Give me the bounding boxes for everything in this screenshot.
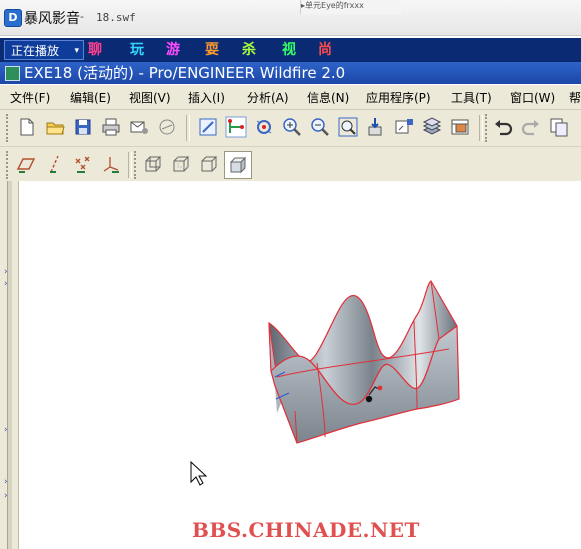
toolbar-grip[interactable] [6, 151, 11, 179]
menu-file[interactable]: 文件(F) [10, 89, 50, 106]
link-icon[interactable] [156, 116, 178, 138]
promo-link-4[interactable]: 杀 [242, 41, 256, 59]
shading-icon [229, 156, 247, 174]
surface-model[interactable] [19, 181, 581, 549]
view-manager-icon[interactable] [393, 116, 415, 138]
player-file-name: 18.swf [96, 11, 136, 24]
mouse-cursor-icon [190, 460, 208, 486]
proe-app-icon [5, 66, 20, 81]
open-icon[interactable] [44, 116, 66, 138]
spin-center-icon[interactable] [253, 116, 275, 138]
menu-window[interactable]: 窗口(W) [510, 89, 555, 106]
player-title-bar: D 暴风影音 - 18.swf [0, 0, 581, 36]
saved-views-icon[interactable] [449, 116, 471, 138]
toolbar-grip[interactable] [6, 114, 11, 142]
title-separator: - [80, 10, 84, 23]
menu-analysis[interactable]: 分析(A) [247, 89, 289, 106]
player-toolbar: 正在播放 ▾ 聊 玩 游 耍 杀 视 尚 [0, 38, 581, 62]
graphics-window[interactable] [19, 181, 581, 549]
now-playing-button[interactable]: 正在播放 ▾ [4, 40, 84, 60]
menu-view[interactable]: 视图(V) [129, 89, 171, 106]
collapse-arrow-icon[interactable]: › [4, 477, 8, 487]
layers-icon[interactable] [421, 116, 443, 138]
reorient-icon[interactable] [365, 116, 387, 138]
toolbar-separator [186, 115, 190, 141]
print-icon[interactable] [100, 116, 122, 138]
menu-applications[interactable]: 应用程序(P) [366, 89, 431, 106]
shading-button[interactable] [224, 151, 252, 179]
toolbar-grip[interactable] [485, 114, 490, 142]
hidden-line-icon[interactable] [170, 153, 192, 175]
menu-edit[interactable]: 编辑(E) [70, 89, 111, 106]
redo-icon[interactable] [520, 116, 542, 138]
toolbar-grip[interactable] [134, 151, 139, 179]
main-toolbar [0, 110, 581, 147]
left-sash[interactable]: › › › › › [0, 181, 19, 549]
no-hidden-icon[interactable] [198, 153, 220, 175]
collapse-arrow-icon[interactable]: › [4, 425, 8, 435]
promo-link-3[interactable]: 耍 [205, 41, 219, 59]
promo-link-6[interactable]: 尚 [318, 41, 332, 59]
wireframe-icon[interactable] [142, 153, 164, 175]
promo-link-2[interactable]: 游 [166, 41, 180, 59]
background-window-text: ▸单元Eye的frxxx [301, 1, 364, 10]
new-icon[interactable] [16, 116, 38, 138]
background-window-strip[interactable]: ▸单元Eye的frxxx [300, 0, 401, 14]
datum-axis-icon[interactable] [225, 116, 247, 138]
collapse-arrow-icon[interactable]: › [4, 279, 8, 289]
coordinate-system-icon[interactable] [100, 153, 122, 175]
menu-help[interactable]: 帮 [569, 89, 581, 106]
menu-info[interactable]: 信息(N) [307, 89, 349, 106]
promo-link-0[interactable]: 聊 [88, 41, 102, 59]
copy-icon[interactable] [548, 116, 570, 138]
now-playing-label: 正在播放 [11, 44, 60, 58]
menu-tools[interactable]: 工具(T) [451, 89, 492, 106]
spin-center-marker [365, 395, 373, 403]
datum-point-icon[interactable] [72, 153, 94, 175]
promo-link-1[interactable]: 玩 [130, 41, 144, 59]
zoom-in-icon[interactable] [281, 116, 303, 138]
player-app-title: 暴风影音 [24, 11, 80, 27]
zoom-out-icon[interactable] [309, 116, 331, 138]
datum-display-toolbar [0, 147, 581, 182]
datum-axis-display-icon[interactable] [44, 153, 66, 175]
player-logo-icon: D [4, 9, 22, 27]
watermark-text: BBS.CHINADE.NET [192, 518, 420, 542]
collapse-arrow-icon[interactable]: › [4, 267, 8, 277]
promo-link-5[interactable]: 视 [282, 41, 296, 59]
datum-plane-icon[interactable] [15, 153, 37, 175]
toolbar-separator [479, 115, 483, 141]
menu-insert[interactable]: 插入(I) [188, 89, 225, 106]
regenerate-icon[interactable] [197, 116, 219, 138]
menu-bar: 文件(F) 编辑(E) 视图(V) 插入(I) 分析(A) 信息(N) 应用程序… [0, 85, 581, 110]
undo-icon[interactable] [492, 116, 514, 138]
window-title: EXE18 (活动的) - Pro/ENGINEER Wildfire 2.0 [24, 64, 346, 82]
toolbar-separator [128, 152, 132, 178]
refit-icon[interactable] [337, 116, 359, 138]
window-title-bar: EXE18 (活动的) - Pro/ENGINEER Wildfire 2.0 [0, 62, 581, 84]
email-icon[interactable] [128, 116, 150, 138]
save-icon[interactable] [72, 116, 94, 138]
chevron-down-icon: ▾ [74, 46, 79, 56]
collapse-arrow-icon[interactable]: › [4, 491, 8, 501]
